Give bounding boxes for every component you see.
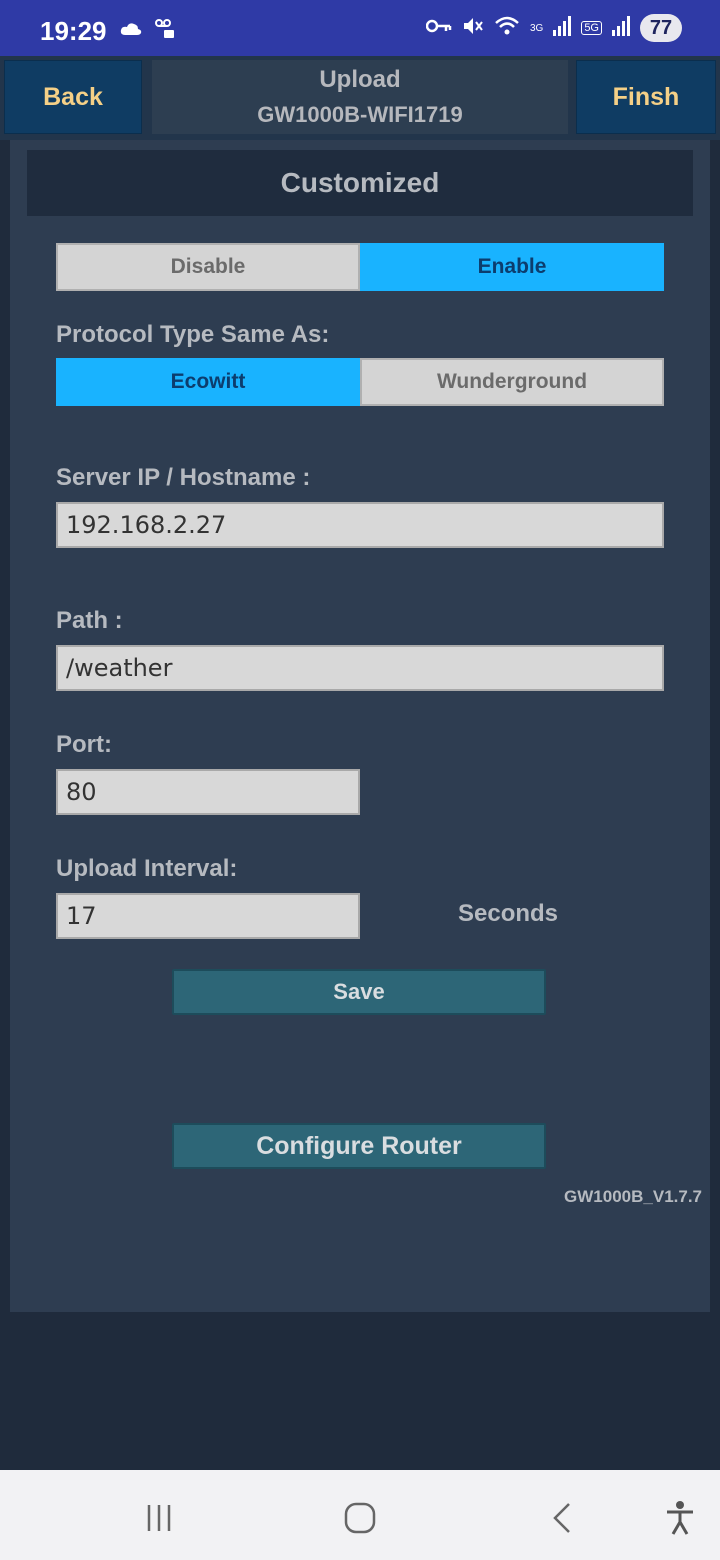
disable-toggle[interactable]: Disable [56, 243, 360, 291]
interval-unit-label: Seconds [458, 900, 559, 927]
firmware-version: GW1000B_V1.7.7 [564, 1187, 702, 1206]
top-bar: Back Upload GW1000B-WIFI1719 Finsh [0, 56, 720, 140]
enable-toggle[interactable]: Enable [360, 243, 664, 291]
device-name: GW1000B-WIFI1719 [257, 102, 463, 127]
key-icon [425, 18, 452, 39]
protocol-label: Protocol Type Same As: [56, 321, 330, 348]
voicemail-lock-icon [154, 18, 176, 45]
configure-router-button[interactable]: Configure Router [172, 1123, 546, 1169]
page-title: Upload [319, 66, 401, 93]
page-title-box: Upload GW1000B-WIFI1719 [152, 60, 568, 134]
path-label: Path : [56, 607, 123, 634]
port-input[interactable]: 80 [56, 769, 360, 815]
wifi-icon [494, 15, 520, 42]
protocol-wunderground-option[interactable]: Wunderground [360, 358, 664, 406]
save-button[interactable]: Save [172, 969, 546, 1015]
section-title: Customized [27, 150, 693, 216]
home-icon[interactable] [335, 1498, 385, 1538]
finish-button[interactable]: Finsh [576, 60, 716, 134]
back-button[interactable]: Back [4, 60, 142, 134]
protocol-ecowitt-option[interactable]: Ecowitt [56, 358, 360, 406]
back-nav-icon[interactable] [537, 1498, 587, 1538]
customized-panel: Customized Disable Enable Protocol Type … [10, 140, 710, 1312]
status-bar: 19:29 3G 5G 77 [0, 0, 720, 56]
path-input[interactable]: /weather [56, 645, 664, 691]
cloud-icon [120, 22, 142, 41]
network-5g-badge: 5G [581, 21, 602, 35]
interval-input[interactable]: 17 [56, 893, 360, 939]
port-label: Port: [56, 731, 112, 758]
signal-icon [612, 15, 630, 41]
interval-label: Upload Interval: [56, 855, 238, 882]
recent-apps-icon[interactable] [134, 1498, 184, 1538]
battery-indicator: 77 [640, 14, 682, 42]
signal-icon [553, 15, 572, 41]
mute-icon [462, 15, 484, 42]
network-3g-label: 3G [529, 22, 544, 34]
system-navigation-bar [0, 1470, 720, 1560]
accessibility-icon[interactable] [655, 1498, 705, 1538]
server-input[interactable]: 192.168.2.27 [56, 502, 664, 548]
status-time: 19:29 [40, 16, 107, 46]
server-label: Server IP / Hostname : [56, 464, 311, 491]
